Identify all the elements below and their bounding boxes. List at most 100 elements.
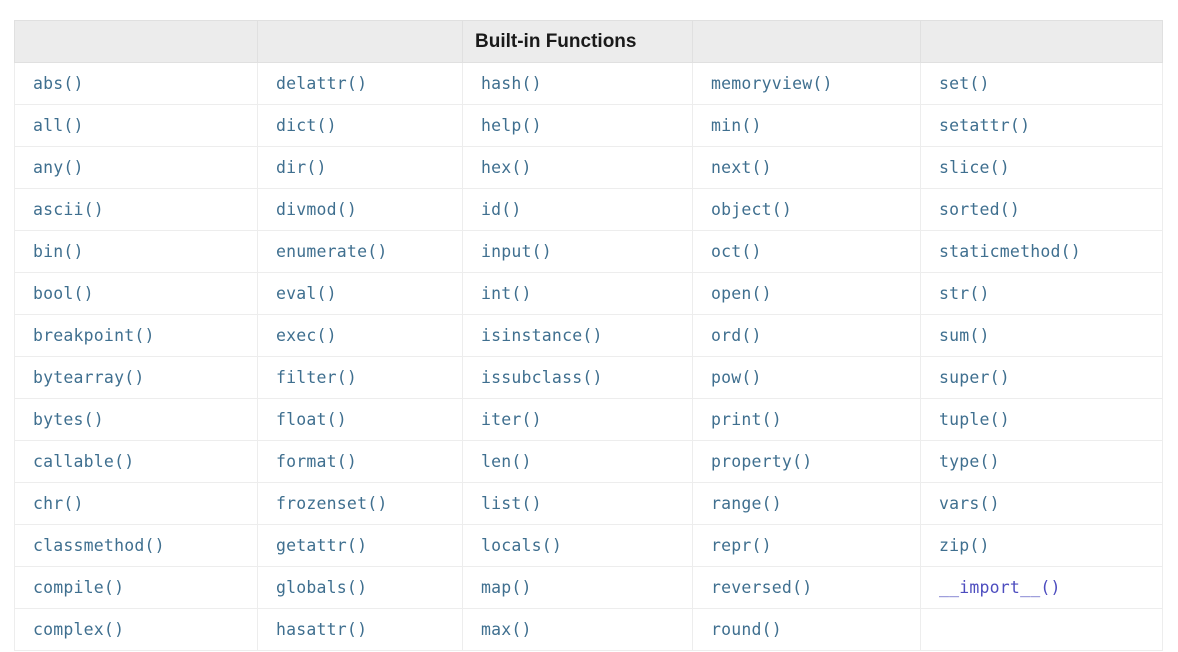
table-cell-function[interactable]: slice() [920, 146, 1163, 189]
function-link[interactable]: filter() [276, 358, 357, 398]
table-cell-function[interactable]: memoryview() [692, 62, 921, 105]
function-link[interactable]: classmethod() [33, 526, 165, 566]
function-link[interactable]: sum() [939, 316, 990, 356]
function-link[interactable]: zip() [939, 526, 990, 566]
table-cell-function[interactable]: dir() [257, 146, 463, 189]
table-cell-function[interactable]: delattr() [257, 62, 463, 105]
table-cell-function[interactable]: complex() [14, 608, 258, 651]
function-link[interactable]: any() [33, 148, 84, 188]
table-cell-function[interactable]: dict() [257, 104, 463, 147]
table-cell-function[interactable]: iter() [462, 398, 693, 441]
function-link[interactable]: breakpoint() [33, 316, 155, 356]
table-cell-function[interactable]: print() [692, 398, 921, 441]
table-cell-function[interactable]: callable() [14, 440, 258, 483]
function-link[interactable]: object() [711, 190, 792, 230]
table-cell-function[interactable]: next() [692, 146, 921, 189]
table-cell-function[interactable]: pow() [692, 356, 921, 399]
table-cell-function[interactable]: range() [692, 482, 921, 525]
table-cell-function[interactable]: enumerate() [257, 230, 463, 273]
table-cell-function[interactable]: oct() [692, 230, 921, 273]
function-link[interactable]: hex() [481, 148, 532, 188]
function-link[interactable]: pow() [711, 358, 762, 398]
function-link[interactable]: max() [481, 610, 532, 650]
function-link[interactable]: dir() [276, 148, 327, 188]
function-link[interactable]: delattr() [276, 64, 367, 104]
function-link[interactable]: print() [711, 400, 782, 440]
function-link[interactable]: format() [276, 442, 357, 482]
function-link[interactable]: int() [481, 274, 532, 314]
function-link[interactable]: tuple() [939, 400, 1010, 440]
function-link[interactable]: divmod() [276, 190, 357, 230]
function-link[interactable]: super() [939, 358, 1010, 398]
table-cell-function[interactable]: ascii() [14, 188, 258, 231]
function-link[interactable]: issubclass() [481, 358, 603, 398]
function-link[interactable]: oct() [711, 232, 762, 272]
table-cell-function[interactable]: map() [462, 566, 693, 609]
function-link[interactable]: min() [711, 106, 762, 146]
function-link[interactable]: round() [711, 610, 782, 650]
table-cell-function[interactable]: max() [462, 608, 693, 651]
table-cell-function[interactable]: hex() [462, 146, 693, 189]
function-link[interactable]: bin() [33, 232, 84, 272]
table-cell-function[interactable]: eval() [257, 272, 463, 315]
function-link[interactable]: list() [481, 484, 542, 524]
table-cell-function[interactable]: bool() [14, 272, 258, 315]
function-link[interactable]: __import__() [939, 568, 1061, 608]
function-link[interactable]: len() [481, 442, 532, 482]
function-link[interactable]: bytearray() [33, 358, 144, 398]
table-cell-function[interactable]: len() [462, 440, 693, 483]
table-cell-function[interactable]: type() [920, 440, 1163, 483]
function-link[interactable]: complex() [33, 610, 124, 650]
function-link[interactable]: frozenset() [276, 484, 387, 524]
table-cell-function[interactable]: input() [462, 230, 693, 273]
function-link[interactable]: property() [711, 442, 812, 482]
function-link[interactable]: bytes() [33, 400, 104, 440]
function-link[interactable]: dict() [276, 106, 337, 146]
function-link[interactable]: compile() [33, 568, 124, 608]
table-cell-function[interactable]: round() [692, 608, 921, 651]
table-cell-function[interactable]: divmod() [257, 188, 463, 231]
table-cell-function[interactable]: help() [462, 104, 693, 147]
table-cell-function[interactable]: ord() [692, 314, 921, 357]
function-link[interactable]: sorted() [939, 190, 1020, 230]
function-link[interactable]: getattr() [276, 526, 367, 566]
table-cell-function[interactable]: zip() [920, 524, 1163, 567]
table-cell-function[interactable]: vars() [920, 482, 1163, 525]
function-link[interactable]: isinstance() [481, 316, 603, 356]
table-cell-function[interactable]: setattr() [920, 104, 1163, 147]
function-link[interactable]: ord() [711, 316, 762, 356]
table-cell-function[interactable]: hash() [462, 62, 693, 105]
table-cell-function[interactable]: issubclass() [462, 356, 693, 399]
function-link[interactable]: slice() [939, 148, 1010, 188]
table-cell-function[interactable]: tuple() [920, 398, 1163, 441]
table-cell-function[interactable]: id() [462, 188, 693, 231]
function-link[interactable]: all() [33, 106, 84, 146]
function-link[interactable]: eval() [276, 274, 337, 314]
function-link[interactable]: iter() [481, 400, 542, 440]
table-cell-function[interactable]: frozenset() [257, 482, 463, 525]
table-cell-function[interactable]: abs() [14, 62, 258, 105]
function-link[interactable]: globals() [276, 568, 367, 608]
table-cell-function[interactable]: hasattr() [257, 608, 463, 651]
function-link[interactable]: exec() [276, 316, 337, 356]
table-cell-function[interactable]: str() [920, 272, 1163, 315]
function-link[interactable]: chr() [33, 484, 84, 524]
table-cell-function[interactable]: breakpoint() [14, 314, 258, 357]
function-link[interactable]: memoryview() [711, 64, 833, 104]
table-cell-function[interactable]: bytearray() [14, 356, 258, 399]
table-cell-function[interactable]: getattr() [257, 524, 463, 567]
function-link[interactable]: ascii() [33, 190, 104, 230]
function-link[interactable]: set() [939, 64, 990, 104]
table-cell-function[interactable]: super() [920, 356, 1163, 399]
function-link[interactable]: reversed() [711, 568, 812, 608]
function-link[interactable]: open() [711, 274, 772, 314]
table-cell-function[interactable]: globals() [257, 566, 463, 609]
table-cell-function[interactable]: classmethod() [14, 524, 258, 567]
table-cell-function[interactable]: filter() [257, 356, 463, 399]
function-link[interactable]: input() [481, 232, 552, 272]
function-link[interactable]: abs() [33, 64, 84, 104]
function-link[interactable]: vars() [939, 484, 1000, 524]
table-cell-function[interactable]: int() [462, 272, 693, 315]
table-cell-function[interactable]: format() [257, 440, 463, 483]
function-link[interactable]: setattr() [939, 106, 1030, 146]
